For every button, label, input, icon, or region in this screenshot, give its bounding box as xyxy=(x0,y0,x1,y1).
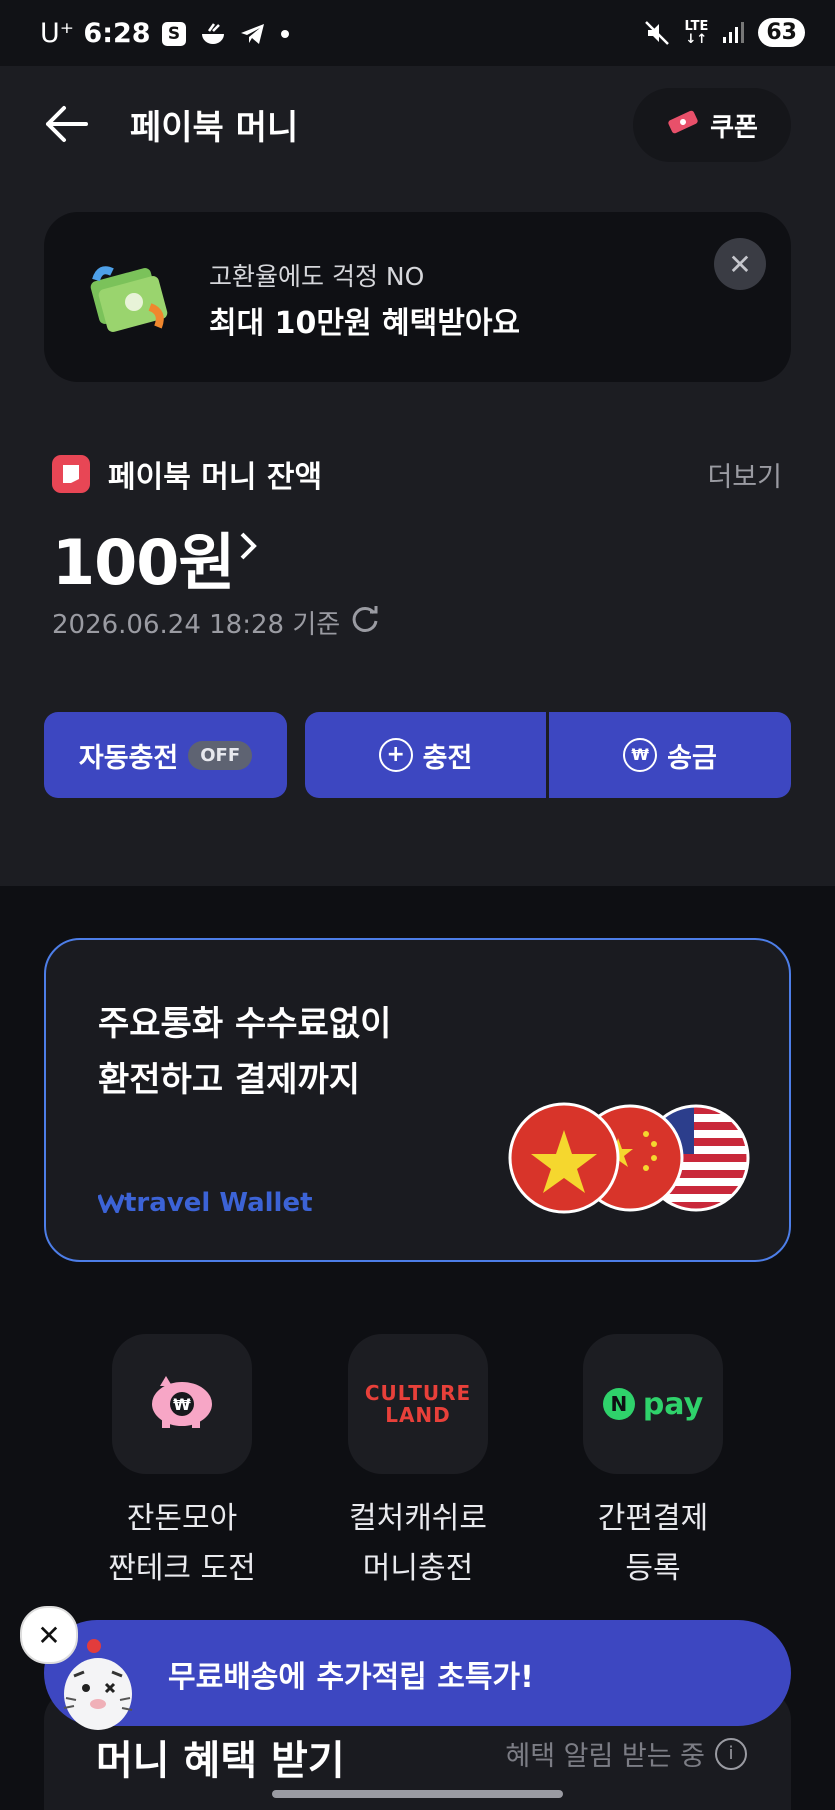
mute-icon xyxy=(644,20,670,46)
clock: 6:28 xyxy=(83,18,151,49)
dot-icon xyxy=(280,29,290,39)
culture-cash-label-1: 컬처캐쉬로 xyxy=(349,1501,487,1536)
info-icon[interactable]: i xyxy=(715,1737,747,1770)
s-notification-icon: S xyxy=(162,22,186,46)
easy-pay-label-2: 등록 xyxy=(625,1551,681,1586)
coupon-ticket-icon xyxy=(666,107,700,144)
travel-wallet-line2: 환전하고 결제까지 xyxy=(98,1060,361,1100)
won-transfer-icon: ₩ xyxy=(623,738,658,772)
culture-cash-button[interactable]: CULTURE LAND xyxy=(348,1334,488,1474)
svg-text:₩: ₩ xyxy=(173,1395,191,1414)
send-button[interactable]: ₩ 송금 xyxy=(549,712,791,798)
bowl-notification-icon xyxy=(200,22,226,46)
banner-subtitle: 고환율에도 걱정 NO xyxy=(209,262,425,291)
travel-wallet-card[interactable]: 주요통화 수수료없이 환전하고 결제까지 travel Wallet xyxy=(44,938,791,1262)
auto-charge-button[interactable]: 자동충전 OFF xyxy=(44,712,287,798)
page-title: 페이북 머니 xyxy=(130,108,299,148)
charge-label: 충전 xyxy=(422,742,473,774)
coupon-label: 쿠폰 xyxy=(710,112,758,143)
refresh-icon[interactable] xyxy=(350,604,380,641)
vietnam-flag-icon xyxy=(508,1102,620,1214)
telegram-icon xyxy=(240,22,266,46)
home-indicator[interactable] xyxy=(272,1790,563,1798)
coin-savings-button[interactable]: ₩ xyxy=(112,1334,252,1474)
culture-cash-label-2: 머니충전 xyxy=(362,1551,474,1586)
promo-floating-banner[interactable]: 무료배송에 추가적립 초특가! xyxy=(44,1620,791,1726)
money-exchange-icon xyxy=(84,252,179,342)
npay-logo: N pay xyxy=(602,1387,703,1422)
travel-wallet-logo: travel Wallet xyxy=(97,1188,313,1218)
charge-button[interactable]: + 충전 xyxy=(305,712,546,798)
carrier-label: U⁺ xyxy=(40,18,75,49)
promo-text: 무료배송에 추가적립 초특가! xyxy=(168,1660,534,1695)
benefit-notice: 혜택 알림 받는 중 xyxy=(505,1741,705,1772)
auto-charge-label: 자동충전 xyxy=(78,742,179,774)
banner-close-icon[interactable]: ✕ xyxy=(714,238,766,290)
balance-label: 페이북 머니 잔액 xyxy=(108,460,323,495)
back-arrow-icon[interactable] xyxy=(44,104,94,148)
signal-icon xyxy=(722,21,745,44)
easy-pay-button[interactable]: N pay xyxy=(583,1334,723,1474)
paybooc-logo-icon xyxy=(52,455,90,493)
battery-indicator: 63 xyxy=(758,18,805,47)
plus-circle-icon: + xyxy=(378,738,413,772)
culture-land-logo: CULTURE LAND xyxy=(364,1381,472,1427)
banner-title: 최대 10만원 혜택받아요 xyxy=(209,306,521,341)
exchange-promo-banner[interactable]: 고환율에도 걱정 NO 최대 10만원 혜택받아요 ✕ xyxy=(44,212,791,382)
piggy-bank-icon: ₩ xyxy=(146,1374,218,1434)
status-bar: U⁺ 6:28 S LTE ↓↑ 63 xyxy=(0,0,835,66)
coin-savings-label-2: 짠테크 도전 xyxy=(108,1551,256,1586)
balance-timestamp: 2026.06.24 18:28 기준 xyxy=(52,610,341,640)
chevron-right-icon[interactable] xyxy=(236,526,260,576)
easy-pay-label-1: 간편결제 xyxy=(597,1501,709,1536)
promo-close-icon[interactable]: ✕ xyxy=(20,1606,78,1664)
travel-wallet-line1: 주요통화 수수료없이 xyxy=(98,1004,392,1044)
auto-charge-toggle[interactable]: OFF xyxy=(188,740,253,770)
lte-icon: LTE ↓↑ xyxy=(684,18,709,47)
balance-amount[interactable]: 100원 xyxy=(52,512,235,602)
benefit-heading: 머니 혜택 받기 xyxy=(96,1738,345,1784)
coin-savings-label-1: 잔돈모아 xyxy=(126,1501,238,1536)
send-label: 송금 xyxy=(667,742,717,774)
coupon-button[interactable]: 쿠폰 xyxy=(633,88,791,162)
more-link[interactable]: 더보기 xyxy=(707,455,782,494)
